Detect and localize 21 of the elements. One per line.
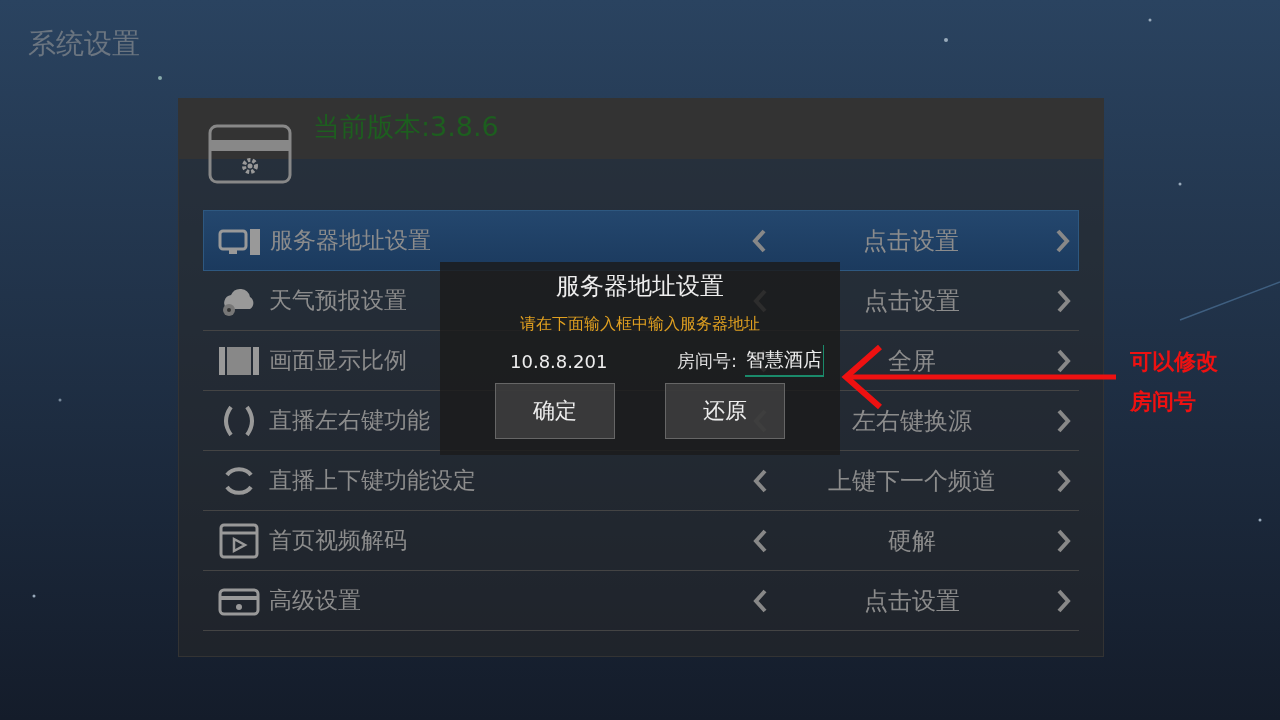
setting-value: 全屏 [888,345,936,377]
setting-value: 左右键换源 [852,405,972,437]
setting-label: 服务器地址设置 [270,226,431,255]
setting-value: 点击设置 [864,585,960,617]
dialog-hint: 请在下面输入框中输入服务器地址 [520,314,760,335]
annotation-text: 房间号 [1130,388,1197,416]
setting-label: 天气预报设置 [269,286,407,315]
setting-value: 点击设置 [864,285,960,317]
setting-value: 上键下一个频道 [828,465,996,497]
annotation-text: 可以修改 [1130,348,1218,376]
setting-label: 首页视频解码 [269,526,407,555]
setting-label: 画面显示比例 [269,346,407,375]
setting-value: 点击设置 [863,225,959,257]
setting-label: 直播左右键功能 [269,406,430,435]
setting-label: 直播上下键功能设定 [269,466,476,495]
setting-value: 硬解 [888,525,936,557]
setting-label: 高级设置 [269,586,361,615]
page-title: 系统设置 [28,26,141,62]
room-label: 房间号: [677,349,738,373]
server-address-text: 10.8.8.201 [510,350,609,372]
dialog-title: 服务器地址设置 [556,271,724,302]
